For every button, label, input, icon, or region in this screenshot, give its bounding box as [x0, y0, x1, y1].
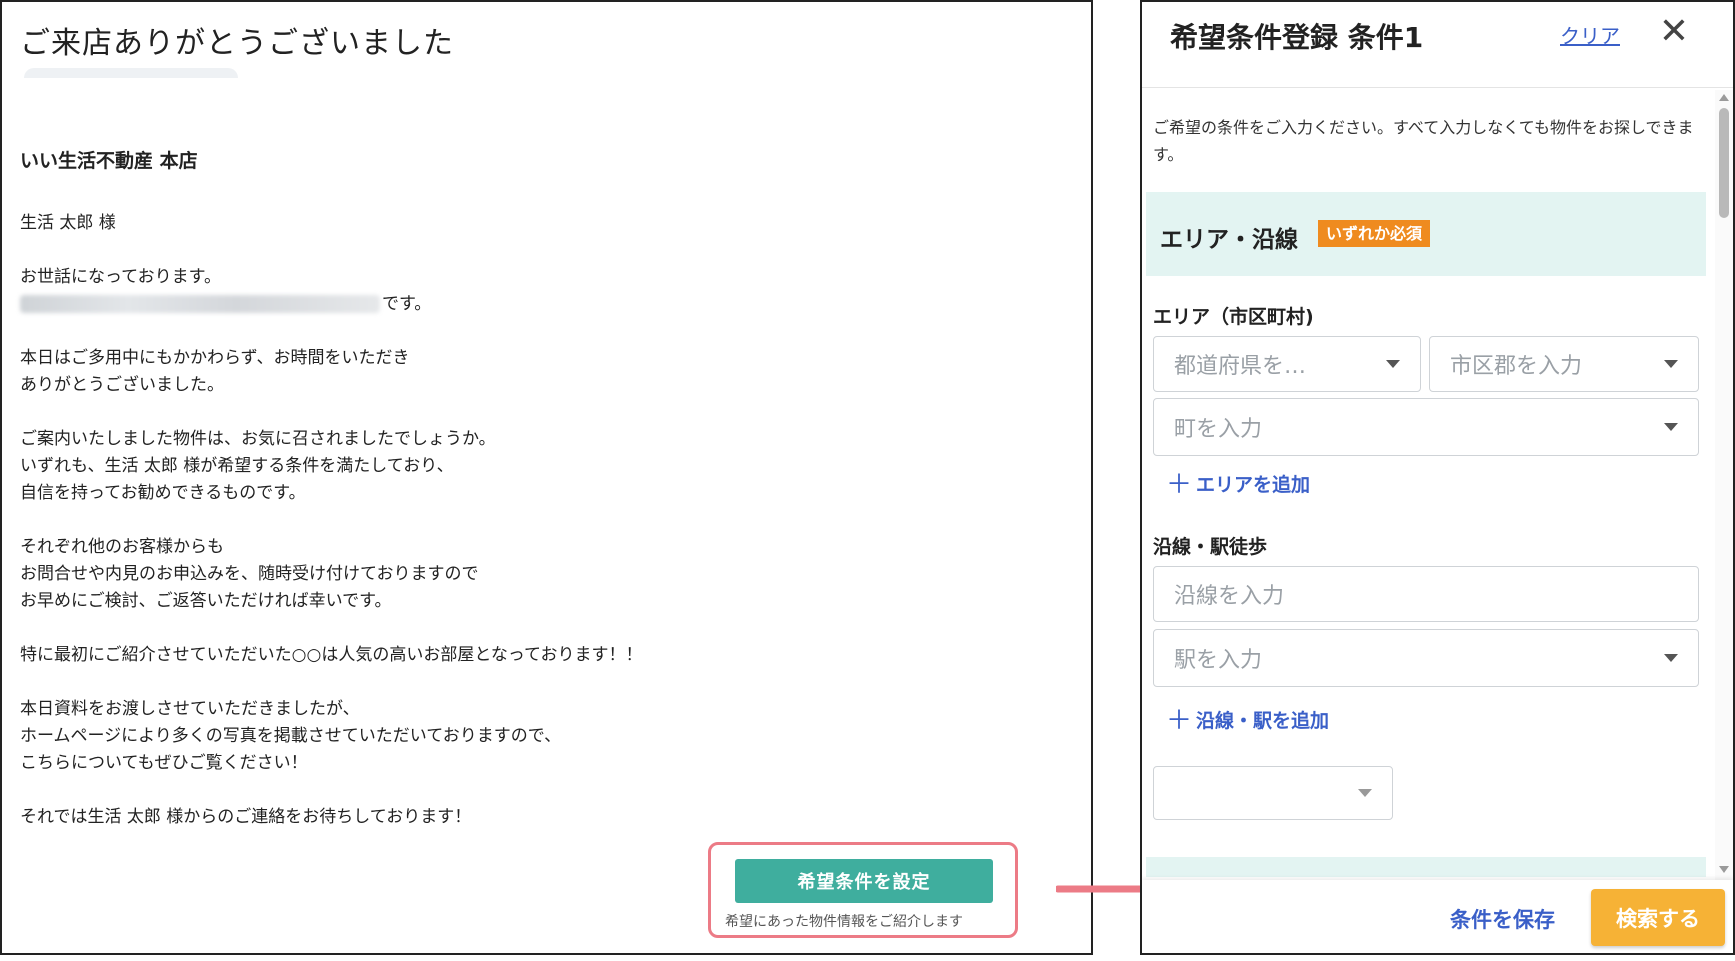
- section-title: エリア・沿線: [1160, 227, 1298, 253]
- body-line: ありがとうございました。: [20, 375, 224, 395]
- add-area-link[interactable]: ＋エリアを追加: [1166, 464, 1310, 501]
- add-area-label: エリアを追加: [1196, 474, 1311, 496]
- save-conditions-button[interactable]: 条件を保存: [1450, 904, 1555, 934]
- body-line: ご案内いたしました物件は、お気に召されましたでしょうか。: [20, 429, 496, 449]
- required-badge: いずれか必須: [1318, 220, 1431, 247]
- body-line: 自信を持ってお勧めできるものです。: [20, 483, 306, 503]
- body-line: いずれも、生活 太郎 様が希望する条件を満たしており、: [20, 456, 454, 476]
- email-title: ご来店ありがとうございました: [20, 26, 454, 61]
- body-line: お問合せや内見のお申込みを、随時受け付けておりますので: [20, 564, 479, 584]
- body-line: お世話になっております。: [20, 267, 221, 287]
- close-icon[interactable]: ✕: [1654, 14, 1694, 54]
- add-line-label: 沿線・駅を追加: [1196, 710, 1330, 732]
- panel-header: 希望条件登録 条件1 クリア ✕: [1142, 2, 1733, 88]
- panel-title: 希望条件登録 条件1: [1170, 21, 1424, 54]
- chevron-down-icon: [1664, 423, 1678, 431]
- next-section-header: [1146, 857, 1706, 877]
- line-label: 沿線・駅徒歩: [1153, 536, 1268, 558]
- station-placeholder: 駅を入力: [1174, 648, 1263, 673]
- panel-footer: 条件を保存 検索する: [1142, 880, 1733, 953]
- city-select[interactable]: 市区郡を入力: [1429, 336, 1699, 392]
- body-line: お早めにご検討、ご返答いただければ幸いです。: [20, 591, 392, 611]
- plus-icon: ＋: [1166, 706, 1193, 736]
- scrollbar[interactable]: [1715, 90, 1733, 880]
- plus-icon: ＋: [1166, 470, 1193, 500]
- body-line: それぞれ他のお客様からも: [20, 537, 224, 557]
- body-line: 特に最初にご紹介させていただいた○○は人気の高いお部屋となっております！！: [20, 645, 643, 665]
- add-line-link[interactable]: ＋沿線・駅を追加: [1166, 700, 1329, 737]
- body-line: 本日はご多用中にもかかわらず、お時間をいただき: [20, 348, 410, 368]
- body-line: ホームページにより多くの写真を掲載させていただいておりますので、: [20, 726, 562, 746]
- chevron-down-icon: [1664, 360, 1678, 368]
- prefecture-select[interactable]: 都道府県を…: [1153, 336, 1421, 392]
- chevron-down-icon: [1358, 789, 1372, 797]
- town-select[interactable]: 町を入力: [1153, 398, 1699, 456]
- email-body: 生活 太郎 様 お世話になっております。 です。 本日はご多用中にもかかわらず、…: [20, 210, 1070, 858]
- greeting: 生活 太郎 様: [20, 213, 116, 233]
- line-placeholder: 沿線を入力: [1174, 584, 1285, 609]
- preferences-panel: 希望条件登録 条件1 クリア ✕ ご希望の条件をご入力ください。すべて入力しなく…: [1140, 0, 1735, 955]
- walk-minutes-select[interactable]: [1153, 766, 1393, 820]
- scroll-down-icon[interactable]: [1719, 866, 1729, 873]
- title-decoration: [24, 68, 238, 78]
- cta-highlight-frame: 希望条件を設定 希望にあった物件情報をご紹介します: [708, 842, 1018, 938]
- shop-name: いい生活不動産 本店: [20, 150, 198, 172]
- area-label: エリア（市区町村): [1153, 306, 1314, 328]
- redacted-text: [20, 295, 380, 313]
- town-placeholder: 町を入力: [1174, 417, 1263, 442]
- search-button[interactable]: 検索する: [1591, 889, 1725, 946]
- section-header-area-line: エリア・沿線 いずれか必須: [1146, 192, 1706, 276]
- scroll-thumb[interactable]: [1719, 108, 1729, 218]
- panel-description: ご希望の条件をご入力ください。すべて入力しなくても物件をお探しできます。: [1153, 118, 1694, 164]
- cta-note: 希望にあった物件情報をご紹介します: [725, 914, 963, 930]
- email-panel: ご来店ありがとうございました いい生活不動産 本店 生活 太郎 様 お世話になっ…: [0, 0, 1093, 955]
- body-line: こちらについてもぜひご覧ください！: [20, 753, 308, 773]
- prefecture-placeholder: 都道府県を…: [1174, 354, 1307, 379]
- clear-link[interactable]: クリア: [1560, 20, 1620, 49]
- body-line: それでは生活 太郎 様からのご連絡をお待ちしております！: [20, 807, 472, 827]
- body-line: 本日資料をお渡しさせていただきましたが、: [20, 699, 360, 719]
- chevron-down-icon: [1386, 360, 1400, 368]
- city-placeholder: 市区郡を入力: [1450, 354, 1583, 379]
- line-input[interactable]: 沿線を入力: [1153, 566, 1699, 622]
- set-preferences-button[interactable]: 希望条件を設定: [735, 859, 993, 903]
- scroll-up-icon[interactable]: [1719, 94, 1729, 101]
- station-select[interactable]: 駅を入力: [1153, 629, 1699, 687]
- chevron-down-icon: [1664, 654, 1678, 662]
- body-line: です。: [20, 291, 1070, 318]
